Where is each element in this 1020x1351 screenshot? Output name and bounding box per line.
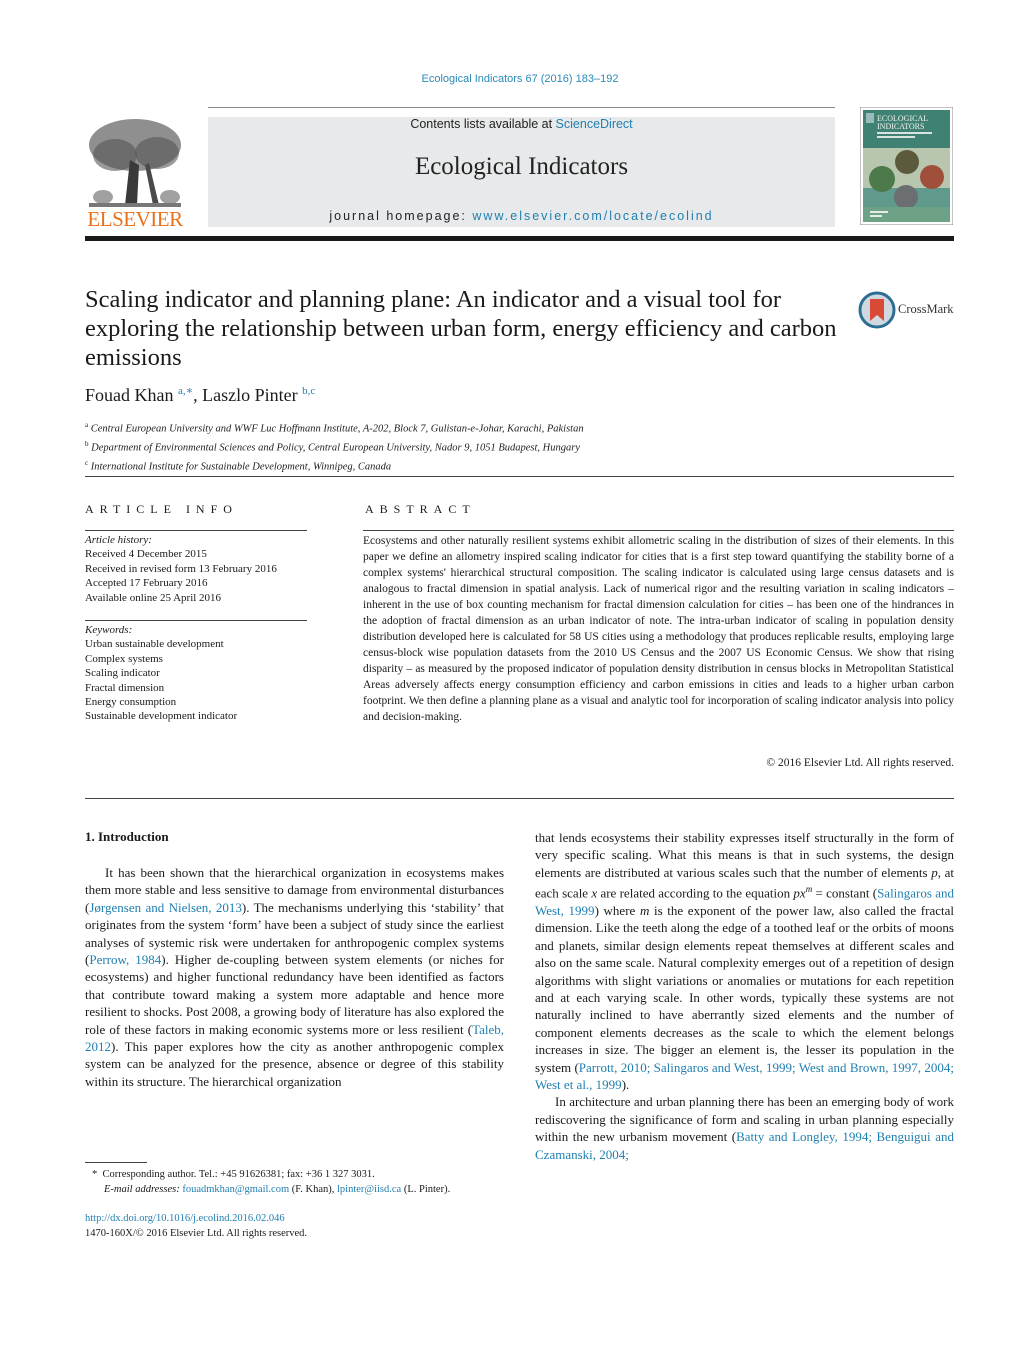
email-label: E-mail addresses:	[104, 1184, 180, 1195]
math-variable: px	[793, 885, 806, 901]
contents-line: Contents lists available at ScienceDirec…	[208, 117, 835, 131]
elsevier-wordmark: ELSEVIER	[87, 207, 183, 231]
email-link[interactable]: lpinter@iisd.ca	[337, 1184, 401, 1195]
abstract-copyright: © 2016 Elsevier Ltd. All rights reserved…	[766, 757, 954, 769]
affiliation-item: c International Institute for Sustainabl…	[85, 456, 584, 475]
journal-cover-image: ECOLOGICAL INDICATORS	[859, 106, 954, 226]
citation-link[interactable]: Taleb, 2012	[85, 1022, 504, 1054]
keyword-item: Sustainable development indicator	[85, 710, 238, 723]
affiliation-list: a Central European University and WWF Lu…	[85, 418, 584, 475]
paragraph: It has been shown that the hierarchical …	[85, 865, 505, 1089]
math-variable: x	[591, 885, 598, 901]
citation-link[interactable]: Salingaros and West, 1999	[535, 886, 954, 918]
affiliation-item: a Central European University and WWF Lu…	[85, 418, 584, 437]
section-divider	[85, 476, 954, 477]
keyword-item: Complex systems	[85, 652, 163, 665]
header-thick-rule	[85, 236, 954, 241]
article-history-label: Article history:	[85, 534, 152, 546]
paragraph: In architecture and urban planning there…	[535, 1094, 954, 1162]
corresponding-author-note: * Corresponding author. Tel.: +45 916263…	[92, 1167, 450, 1182]
author-affiliation-marks[interactable]: a,∗	[178, 385, 193, 397]
author-name[interactable]: Laszlo Pinter	[202, 385, 297, 405]
affiliation-item: b Department of Environmental Sciences a…	[85, 437, 584, 456]
corresponding-author-text: Corresponding author. Tel.: +45 91626381…	[102, 1169, 375, 1180]
article-title: Scaling indicator and planning plane: An…	[85, 286, 837, 371]
keywords-label: Keywords:	[85, 624, 133, 636]
journal-cover-thumbnail[interactable]: ECOLOGICAL INDICATORS	[859, 106, 954, 226]
footnote-mark: *	[92, 1169, 98, 1180]
affiliation-mark: c	[85, 459, 89, 467]
crossmark-icon	[858, 291, 896, 329]
body-column-left: It has been shown that the hierarchical …	[85, 864, 504, 1090]
sciencedirect-link[interactable]: ScienceDirect	[556, 117, 633, 131]
affiliation-mark: a	[85, 421, 89, 429]
homepage-prefix: journal homepage:	[329, 209, 473, 223]
paragraph: that lends ecosystems their stability ex…	[535, 830, 955, 1093]
citation-link[interactable]: Jørgensen and Nielsen, 2013	[89, 900, 242, 915]
author-list: Fouad Khan a,∗, Laszlo Pinter b,c	[85, 384, 315, 406]
abstract-heading: ABSTRACT	[365, 502, 476, 516]
affiliation-text: Central European University and WWF Luc …	[90, 423, 584, 435]
keyword-item: Fractal dimension	[85, 681, 165, 694]
email-addresses: E-mail addresses: fouadmkhan@gmail.com (…	[92, 1182, 450, 1197]
journal-homepage-link[interactable]: www.elsevier.com/locate/ecolind	[472, 209, 713, 223]
email-owner: (F. Khan),	[289, 1184, 338, 1195]
article-info-divider	[85, 530, 307, 531]
abstract-divider	[363, 530, 954, 531]
email-owner: (L. Pinter).	[401, 1184, 451, 1195]
keywords: Keywords: Urban sustainable development …	[85, 623, 237, 724]
article-history: Article history: Received 4 December 201…	[85, 533, 277, 605]
citation-link[interactable]: Batty and Longley, 1994; Benguigui and C…	[535, 1129, 954, 1161]
journal-citation-link[interactable]: Ecological Indicators 67 (2016) 183–192	[0, 73, 1020, 85]
body-column-right: that lends ecosystems their stability ex…	[535, 829, 954, 1163]
history-item: Received 4 December 2015	[85, 548, 207, 561]
author-separator: ,	[193, 385, 203, 405]
issn-line: 1470-160X/© 2016 Elsevier Ltd. All right…	[85, 1228, 308, 1239]
article-info-divider	[85, 620, 307, 621]
affiliation-text: Department of Environmental Sciences and…	[91, 442, 580, 454]
affiliation-mark: b	[85, 440, 89, 448]
cover-title-line2: INDICATORS	[877, 122, 924, 131]
crossmark-button[interactable]: CrossMark	[858, 291, 958, 329]
keyword-item: Urban sustainable development	[85, 638, 224, 651]
journal-homepage-line: journal homepage: www.elsevier.com/locat…	[208, 209, 835, 223]
keyword-item: Energy consumption	[85, 696, 177, 709]
elsevier-logo[interactable]: ELSEVIER	[85, 115, 185, 231]
section-divider	[85, 798, 954, 799]
email-link[interactable]: fouadmkhan@gmail.com	[182, 1184, 289, 1195]
math-variable: p	[931, 864, 938, 880]
history-item: Available online 25 April 2016	[85, 591, 222, 604]
keyword-item: Scaling indicator	[85, 667, 160, 680]
section-heading-introduction: 1. Introduction	[85, 829, 169, 844]
citation-link[interactable]: Perrow, 1984	[89, 952, 161, 967]
contents-prefix: Contents lists available at	[410, 117, 556, 131]
math-variable: m	[639, 902, 650, 918]
doi-link[interactable]: http://dx.doi.org/10.1016/j.ecolind.2016…	[85, 1213, 285, 1224]
abstract-text: Ecosystems and other naturally resilient…	[363, 535, 954, 723]
crossmark-label: CrossMark	[898, 302, 954, 316]
header-top-rule	[208, 107, 835, 108]
citation-link[interactable]: Parrott, 2010; Salingaros and West, 1999…	[535, 1060, 954, 1092]
author-name[interactable]: Fouad Khan	[85, 385, 174, 405]
journal-name: Ecological Indicators	[414, 153, 629, 180]
history-item: Accepted 17 February 2016	[85, 577, 208, 590]
affiliation-text: International Institute for Sustainable …	[90, 461, 392, 473]
doi-block: http://dx.doi.org/10.1016/j.ecolind.2016…	[85, 1211, 307, 1241]
footnote-corresponding: * Corresponding author. Tel.: +45 916263…	[92, 1167, 450, 1197]
article-info-heading: ARTICLE INFO	[85, 502, 238, 516]
author-affiliation-marks[interactable]: b,c	[302, 385, 315, 397]
footnote-rule	[85, 1162, 147, 1163]
math-exponent: m	[805, 884, 813, 895]
history-item: Received in revised form 13 February 201…	[85, 562, 277, 575]
